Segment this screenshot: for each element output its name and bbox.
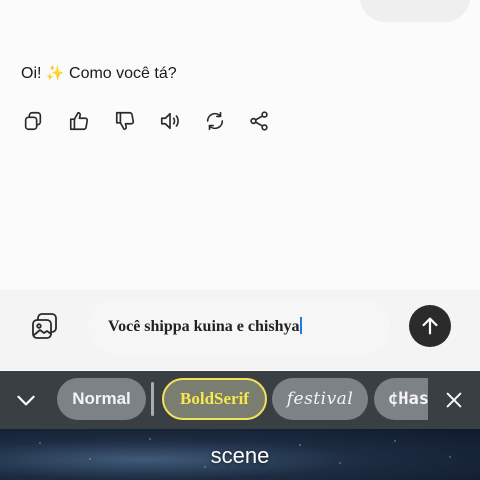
previous-message-bubble bbox=[360, 0, 470, 22]
chip-divider bbox=[151, 382, 154, 416]
read-aloud-button[interactable] bbox=[157, 107, 183, 135]
close-font-bar-button[interactable] bbox=[428, 371, 480, 429]
font-chip-boldserif-selected[interactable]: BoldSerif bbox=[162, 378, 267, 420]
thumbs-down-icon bbox=[115, 111, 135, 131]
dislike-button[interactable] bbox=[112, 107, 138, 135]
arrow-up-icon bbox=[422, 317, 438, 335]
attach-image-button[interactable] bbox=[28, 308, 62, 344]
font-style-bar: Normal BoldSerif festival ¢Has bbox=[0, 371, 480, 429]
input-value: Você shippa kuina e chishya bbox=[108, 318, 300, 335]
message-input-text[interactable]: Você shippa kuina e chishya bbox=[108, 317, 303, 336]
font-chip-festival[interactable]: festival bbox=[272, 378, 368, 420]
share-icon bbox=[250, 111, 268, 131]
thumbs-up-icon bbox=[69, 111, 89, 131]
copy-button[interactable] bbox=[20, 107, 46, 135]
share-button[interactable] bbox=[246, 107, 272, 135]
scene-background: scene bbox=[0, 429, 480, 480]
collapse-font-bar-button[interactable] bbox=[0, 371, 52, 429]
image-attach-icon bbox=[32, 313, 57, 339]
message-composer: Você shippa kuina e chishya bbox=[0, 290, 480, 370]
regenerate-button[interactable] bbox=[202, 107, 228, 135]
message-text-start: Oi! bbox=[21, 65, 46, 82]
close-icon bbox=[446, 392, 462, 408]
copy-icon bbox=[24, 111, 42, 131]
text-caret bbox=[300, 317, 303, 334]
like-button[interactable] bbox=[66, 107, 92, 135]
message-actions bbox=[0, 107, 480, 135]
chat-screen: Oi! ✨ Como você tá? Você shippa kuina e … bbox=[0, 0, 480, 480]
send-button[interactable] bbox=[409, 305, 451, 347]
regenerate-icon bbox=[206, 111, 224, 131]
sparkle-emoji: ✨ bbox=[45, 65, 65, 82]
assistant-message: Oi! ✨ Como você tá? bbox=[21, 64, 177, 83]
font-chip-normal[interactable]: Normal bbox=[57, 378, 146, 420]
scene-label: scene bbox=[210, 443, 270, 468]
message-text-end: Como você tá? bbox=[64, 65, 177, 82]
chevron-down-icon bbox=[17, 395, 35, 406]
speaker-icon bbox=[160, 112, 179, 130]
